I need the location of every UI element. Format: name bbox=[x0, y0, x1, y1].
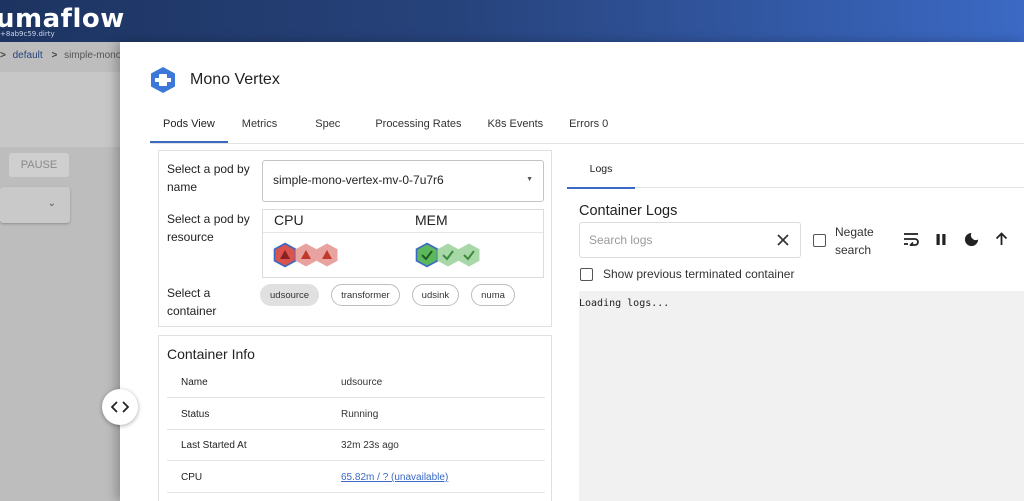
pod-name-select[interactable]: simple-mono-vertex-mv-0-7u7r6 ▼ bbox=[262, 160, 544, 202]
log-search-input[interactable] bbox=[589, 233, 769, 247]
negate-search-checkbox[interactable] bbox=[813, 234, 826, 247]
info-value: udsource bbox=[341, 377, 383, 388]
tab-spec[interactable]: Spec bbox=[297, 109, 362, 143]
previous-terminated-option[interactable]: Show previous terminated container bbox=[580, 267, 794, 281]
breadcrumb-namespace[interactable]: default bbox=[13, 50, 43, 61]
tabs-divider bbox=[150, 143, 1024, 144]
tab-errors[interactable]: Errors 0 bbox=[556, 109, 621, 143]
wrap-icon bbox=[904, 233, 919, 246]
container-chip-udsink[interactable]: udsink bbox=[411, 284, 460, 306]
mem-hex[interactable] bbox=[457, 242, 481, 268]
breadcrumb-separator: > bbox=[51, 50, 58, 61]
info-key: Status bbox=[181, 409, 210, 420]
background-card bbox=[0, 72, 130, 147]
cpu-hex[interactable] bbox=[315, 242, 339, 268]
select-pod-by-name-label: Select a pod by name bbox=[167, 162, 250, 194]
vertex-drawer: Mono Vertex Pods View Metrics Spec Proce… bbox=[120, 42, 1024, 501]
logs-tabs: Logs bbox=[567, 150, 1024, 189]
info-row-status: Status Running bbox=[167, 398, 545, 430]
cpu-hex-group bbox=[273, 242, 339, 268]
breadcrumb-separator: > bbox=[0, 50, 6, 61]
container-chip-numa[interactable]: numa bbox=[471, 284, 515, 306]
negate-search-label: Negate search bbox=[835, 225, 874, 257]
top-bar: umaflow +8ab9c59.dirty bbox=[0, 0, 1024, 42]
chevron-down-icon: ⌄ bbox=[47, 198, 56, 209]
negate-search-option[interactable]: Negate search bbox=[813, 223, 895, 259]
background-dropdown[interactable]: ⌄ bbox=[0, 187, 70, 223]
breadcrumb-pipeline[interactable]: simple-mono bbox=[64, 50, 121, 61]
pod-name-value: simple-mono-vertex-mv-0-7u7r6 bbox=[273, 173, 444, 187]
container-info-title: Container Info bbox=[167, 346, 255, 362]
log-output-area[interactable]: Loading logs... bbox=[579, 291, 1024, 501]
drawer-title: Mono Vertex bbox=[190, 71, 280, 88]
resource-divider bbox=[263, 232, 543, 233]
mono-vertex-icon bbox=[151, 67, 175, 93]
info-key: Name bbox=[181, 377, 208, 388]
info-row-last-started: Last Started At 32m 23s ago bbox=[167, 429, 545, 461]
dark-mode-button[interactable] bbox=[960, 228, 982, 250]
tab-logs[interactable]: Logs bbox=[567, 150, 635, 189]
log-search-field[interactable] bbox=[579, 222, 801, 258]
container-chip-transformer[interactable]: transformer bbox=[331, 284, 400, 306]
dropdown-arrow-icon: ▼ bbox=[526, 176, 533, 183]
scroll-top-button[interactable] bbox=[990, 228, 1012, 250]
pause-icon bbox=[936, 233, 946, 245]
tab-processing-rates[interactable]: Processing Rates bbox=[362, 109, 474, 143]
info-row-cpu: CPU 65.82m / ? (unavailable) bbox=[167, 461, 545, 493]
wrap-lines-button[interactable] bbox=[900, 228, 922, 250]
info-value: Running bbox=[341, 409, 379, 420]
drawer-tabs: Pods View Metrics Spec Processing Rates … bbox=[150, 109, 621, 143]
close-icon[interactable] bbox=[776, 233, 790, 247]
pod-selection-card: Select a pod by name simple-mono-vertex-… bbox=[158, 150, 552, 327]
mem-label: MEM bbox=[415, 212, 448, 228]
container-chips: udsource transformer udsink numa bbox=[260, 284, 527, 306]
info-key: Last Started At bbox=[181, 440, 247, 451]
mem-hex-group bbox=[415, 242, 481, 268]
info-value: 32m 23s ago bbox=[341, 440, 399, 451]
previous-terminated-label: Show previous terminated container bbox=[603, 267, 795, 281]
info-row-name: Name udsource bbox=[167, 366, 545, 398]
breadcrumb: > default > simple-mono bbox=[0, 50, 121, 61]
resource-box: CPU MEM bbox=[262, 209, 544, 278]
select-pod-by-resource-label: Select a pod by resource bbox=[167, 212, 250, 244]
background-page: > default > simple-mono PAUSE ⌄ bbox=[0, 42, 130, 501]
code-brackets-icon bbox=[111, 401, 129, 413]
container-logs-heading: Container Logs bbox=[579, 203, 678, 219]
tab-k8s-events[interactable]: K8s Events bbox=[475, 109, 557, 143]
version-label: +8ab9c59.dirty bbox=[0, 30, 55, 38]
pause-button[interactable]: PAUSE bbox=[9, 153, 69, 177]
log-content: Loading logs... bbox=[579, 298, 670, 309]
info-key: CPU bbox=[181, 472, 203, 483]
drawer-toggle-button[interactable] bbox=[102, 389, 138, 425]
pause-logs-button[interactable] bbox=[930, 228, 952, 250]
drawer-header: Mono Vertex bbox=[150, 66, 280, 94]
cpu-usage-link[interactable]: 65.82m / ? (unavailable) bbox=[341, 472, 448, 483]
cpu-label: CPU bbox=[274, 212, 304, 228]
tab-metrics[interactable]: Metrics bbox=[228, 109, 297, 143]
select-container-label: Select a container bbox=[167, 286, 217, 318]
container-chip-udsource[interactable]: udsource bbox=[260, 284, 320, 306]
tab-pods-view[interactable]: Pods View bbox=[150, 109, 228, 143]
arrow-up-icon bbox=[995, 232, 1007, 245]
dark-mode-icon bbox=[964, 232, 978, 246]
container-info-card: Container Info Name udsource Status Runn… bbox=[158, 335, 552, 501]
previous-terminated-checkbox[interactable] bbox=[580, 267, 593, 281]
